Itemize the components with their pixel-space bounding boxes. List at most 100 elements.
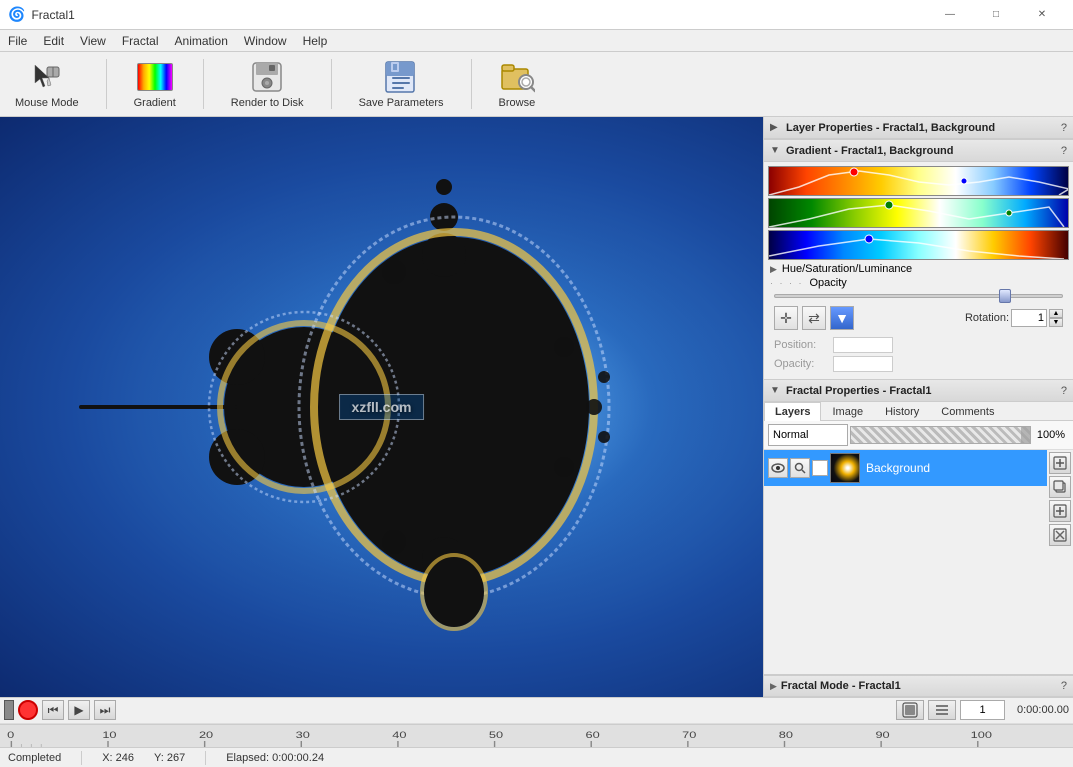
tab-image[interactable]: Image [821, 402, 874, 421]
save-parameters-button[interactable]: Save Parameters [352, 56, 451, 112]
toolbar-separator-4 [471, 59, 472, 109]
add-layer-button[interactable] [1049, 452, 1071, 474]
layers-main: Background [764, 450, 1073, 674]
opacity-ctrl-input[interactable] [833, 356, 893, 372]
timeline-ruler: 0 10 20 30 40 50 60 70 80 90 100 [0, 724, 1073, 747]
svg-text:60: 60 [586, 730, 600, 740]
gradient-blue-bar[interactable] [768, 230, 1069, 260]
status-sep-2 [205, 751, 206, 765]
slider-thumb[interactable] [999, 289, 1011, 303]
rotation-up-btn[interactable]: ▲ [1049, 309, 1063, 318]
go-to-start-button[interactable]: ⏮ [42, 700, 64, 720]
minimize-button[interactable]: — [927, 0, 973, 30]
browse-button[interactable]: Browse [492, 56, 543, 112]
gradient-blue-curve [769, 231, 1068, 259]
gradient-icon [137, 59, 173, 95]
gradient-red-bar[interactable] [768, 166, 1069, 196]
tab-comments[interactable]: Comments [930, 402, 1005, 421]
tab-layers[interactable]: Layers [764, 402, 821, 421]
fractal-mode-help[interactable]: ? [1061, 680, 1067, 692]
mouse-mode-button[interactable]: Mouse Mode [8, 56, 86, 112]
rotation-down-btn[interactable]: ▼ [1049, 318, 1063, 327]
transform-reset-btn[interactable]: ⇄ [802, 306, 826, 330]
gradient-green-curve [769, 199, 1068, 227]
maximize-button[interactable]: □ [973, 0, 1019, 30]
menu-fractal[interactable]: Fractal [114, 30, 167, 52]
layer-zoom-button[interactable] [790, 458, 810, 478]
menu-window[interactable]: Window [236, 30, 295, 52]
rotation-label: Rotation: [965, 312, 1009, 324]
layer-row-background[interactable]: Background [764, 450, 1047, 486]
timeline-position-thumb[interactable] [4, 700, 14, 720]
mouse-mode-label: Mouse Mode [15, 97, 79, 109]
list-icon [934, 702, 950, 718]
transform-row: ✛ ⇄ ▼ Rotation: 1 ▲ ▼ [768, 302, 1069, 334]
status-sep-1 [81, 751, 82, 765]
svg-text:30: 30 [296, 730, 310, 740]
layer-name-label: Background [866, 461, 1043, 475]
fractal-mode-bar[interactable]: ▶ Fractal Mode - Fractal1 ? [764, 675, 1073, 697]
timeline-record-button[interactable] [18, 700, 38, 720]
app-icon: 🌀 [8, 6, 25, 23]
fractal-canvas-area[interactable]: xzfll.com [0, 117, 763, 697]
browse-icon [499, 59, 535, 95]
layers-toolbar: Normal Multiply Screen Overlay 100% [764, 421, 1073, 450]
menu-help[interactable]: Help [295, 30, 336, 52]
menu-view[interactable]: View [72, 30, 114, 52]
statusbar: Completed X: 246 Y: 267 Elapsed: 0:00:00… [0, 747, 1073, 767]
layer-properties-arrow: ▶ [770, 122, 782, 134]
list-button[interactable] [928, 700, 956, 720]
menu-file[interactable]: File [0, 30, 35, 52]
fractal-properties-header[interactable]: ▼ Fractal Properties - Fractal1 ? [764, 380, 1073, 402]
fractal-properties-help[interactable]: ? [1061, 385, 1067, 397]
gradient-slider[interactable] [774, 294, 1063, 298]
svg-text:70: 70 [682, 730, 696, 740]
duplicate-layer-button[interactable] [1049, 476, 1071, 498]
layer-opacity-bar[interactable] [850, 426, 1031, 444]
mandelbrot-fractal [0, 117, 763, 697]
tab-history[interactable]: History [874, 402, 930, 421]
layer-properties-header[interactable]: ▶ Layer Properties - Fractal1, Backgroun… [764, 117, 1073, 139]
gradient-red-curve [769, 167, 1068, 195]
frame-input[interactable]: 1 [960, 700, 1005, 720]
layer-eye-button[interactable] [768, 458, 788, 478]
gradient-help[interactable]: ? [1061, 145, 1067, 157]
svg-text:10: 10 [102, 730, 116, 740]
position-input[interactable] [833, 337, 893, 353]
position-label: Position: [774, 339, 829, 351]
transform-move-btn[interactable]: ✛ [774, 306, 798, 330]
layer-properties-help[interactable]: ? [1061, 122, 1067, 134]
save-parameters-icon [383, 59, 419, 95]
browse-label: Browse [499, 97, 536, 109]
menu-edit[interactable]: Edit [35, 30, 72, 52]
zoom-icon [794, 462, 806, 474]
toolbar-separator-1 [106, 59, 107, 109]
gradient-button[interactable]: Gradient [127, 56, 183, 112]
transform-dropdown-btn[interactable]: ▼ [830, 306, 854, 330]
svg-text:40: 40 [392, 730, 406, 740]
layer-properties-section: ▶ Layer Properties - Fractal1, Backgroun… [764, 117, 1073, 140]
gradient-label: Gradient [134, 97, 176, 109]
menu-animation[interactable]: Animation [167, 30, 236, 52]
x-coordinate: X: 246 [102, 752, 134, 764]
layer-check-box[interactable] [812, 460, 828, 476]
render-button[interactable] [896, 700, 924, 720]
play-button[interactable]: ▶ [68, 700, 90, 720]
go-to-end-button[interactable]: ⏭ [94, 700, 116, 720]
opacity-ctrl-label: Opacity: [774, 358, 829, 370]
delete-layer-button[interactable] [1049, 524, 1071, 546]
gradient-green-bar[interactable] [768, 198, 1069, 228]
layer-properties-title: Layer Properties - Fractal1, Background [786, 122, 1061, 134]
fractal-properties-arrow: ▼ [770, 385, 782, 397]
move-layer-up-button[interactable] [1049, 500, 1071, 522]
render-to-disk-icon [249, 59, 285, 95]
mouse-mode-icon [29, 59, 65, 95]
close-button[interactable]: ✕ [1019, 0, 1065, 30]
toolbar: Mouse Mode Gradient Render to Disk [0, 52, 1073, 117]
gradient-header[interactable]: ▼ Gradient - Fractal1, Background ? [764, 140, 1073, 162]
render-to-disk-button[interactable]: Render to Disk [224, 56, 311, 112]
blend-mode-select[interactable]: Normal Multiply Screen Overlay [768, 424, 848, 446]
rotation-input[interactable]: 1 [1011, 309, 1047, 327]
titlebar: 🌀 Fractal1 — □ ✕ [0, 0, 1073, 30]
fractal-mode-title: Fractal Mode - Fractal1 [781, 680, 1061, 692]
